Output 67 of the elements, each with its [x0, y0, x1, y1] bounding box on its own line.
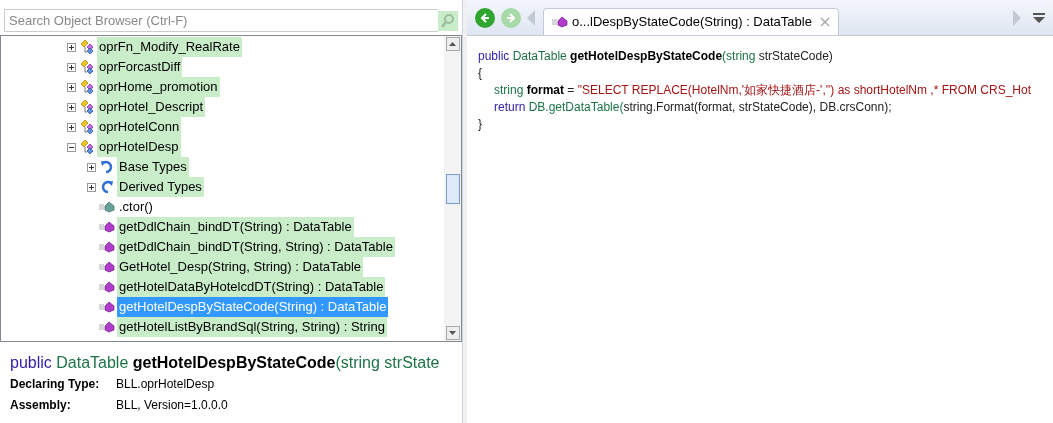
code-token: =: [566, 83, 576, 97]
tree-item[interactable]: oprHome_promotion: [97, 77, 220, 97]
tree-item[interactable]: getDdlChain_bindDT(String, String) : DataTable: [117, 237, 395, 257]
scrollbar[interactable]: [444, 36, 461, 341]
method-icon: [99, 321, 115, 333]
code-token: format: [526, 83, 565, 97]
method-icon: [99, 281, 115, 293]
code-token: public: [478, 49, 511, 63]
expand-toggle[interactable]: [66, 62, 76, 72]
down-arrow-icon[interactable]: [449, 331, 456, 335]
tree-item[interactable]: oprHotelDesp: [97, 137, 181, 157]
tree-item[interactable]: GetHotel_Desp(String, String) : DataTable: [117, 257, 364, 277]
code-token: {: [478, 66, 482, 80]
code-token: "SELECT REPLACE(HotelNm,'如家快捷酒店-','') as shortHotelNm ,* FROM CRS_Hot: [577, 83, 1031, 97]
back-button[interactable]: [475, 7, 495, 28]
method-icon: [99, 301, 115, 313]
tree-item[interactable]: oprForcastDiff: [97, 57, 183, 77]
class-icon: [79, 99, 95, 115]
expand-toggle[interactable]: [66, 122, 76, 132]
collapse-toggle[interactable]: [66, 142, 76, 152]
tree-item[interactable]: oprFn_Modify_RealRate: [97, 37, 242, 57]
method-icon: [99, 261, 115, 273]
code-token: string: [494, 83, 525, 97]
tree-item[interactable]: oprHotelConn: [97, 117, 182, 137]
search-field[interactable]: Search Object Browser (Ctrl-F): [4, 9, 438, 32]
tree-item[interactable]: getHotelDataByHotelcdDT(String) : DataTable: [117, 277, 386, 297]
dropdown-icon[interactable]: [1033, 11, 1045, 24]
expand-toggle[interactable]: [86, 162, 96, 172]
method-icon: [99, 241, 115, 253]
code-token: strStateCode): [758, 49, 833, 63]
tree-item[interactable]: .ctor(): [117, 197, 155, 217]
code-token: string.Format(format, strStateCode), DB.crsConn);: [623, 100, 892, 114]
field-value: BLL.oprHotelDesp: [116, 376, 215, 393]
code-token: (string: [722, 49, 757, 63]
scroll-thumb[interactable]: [445, 173, 460, 204]
expand-toggle[interactable]: [66, 42, 76, 52]
method-icon: [552, 16, 568, 28]
expand-toggle[interactable]: [86, 182, 96, 192]
method-icon: [99, 221, 115, 233]
up-arrow-icon[interactable]: [449, 42, 456, 46]
document-tab[interactable]: o...lDespByStateCode(String) : DataTable: [543, 8, 839, 35]
class-icon: [79, 119, 95, 135]
code-token: DB.getDataTable(: [528, 100, 624, 114]
field-label: Assembly:: [10, 397, 72, 414]
right-arrow-icon: [505, 11, 517, 24]
code-token: getHotelDespByStateCode: [570, 49, 723, 63]
tree-item[interactable]: getDdlChain_bindDT(String) : DataTable: [117, 217, 354, 237]
expand-toggle[interactable]: [66, 82, 76, 92]
class-icon: [79, 79, 95, 95]
left-arrow-icon: [479, 11, 491, 24]
method-icon: [99, 201, 115, 213]
class-icon: [79, 39, 95, 55]
tree-item[interactable]: Derived Types: [117, 177, 204, 197]
tree-item[interactable]: getHotelListByBrandSql(String, String) : String: [117, 317, 387, 337]
member-signature: public DataTable getHotelDespByStateCode(string strState: [10, 353, 441, 373]
curved-arrow-icon: [100, 160, 114, 174]
class-icon: [79, 139, 95, 155]
field-value: BLL, Version=1.0.0.0: [116, 397, 228, 414]
code-token: }: [478, 117, 482, 131]
tree-item[interactable]: Base Types: [117, 157, 189, 177]
code-token: DataTable: [512, 49, 568, 63]
expand-toggle[interactable]: [66, 102, 76, 112]
class-icon: [79, 59, 95, 75]
tree-item[interactable]: oprHotel_Descript: [97, 97, 206, 117]
code-token: return: [494, 100, 527, 114]
curved-arrow-icon: [100, 180, 114, 194]
field-label: Declaring Type:: [10, 376, 101, 393]
